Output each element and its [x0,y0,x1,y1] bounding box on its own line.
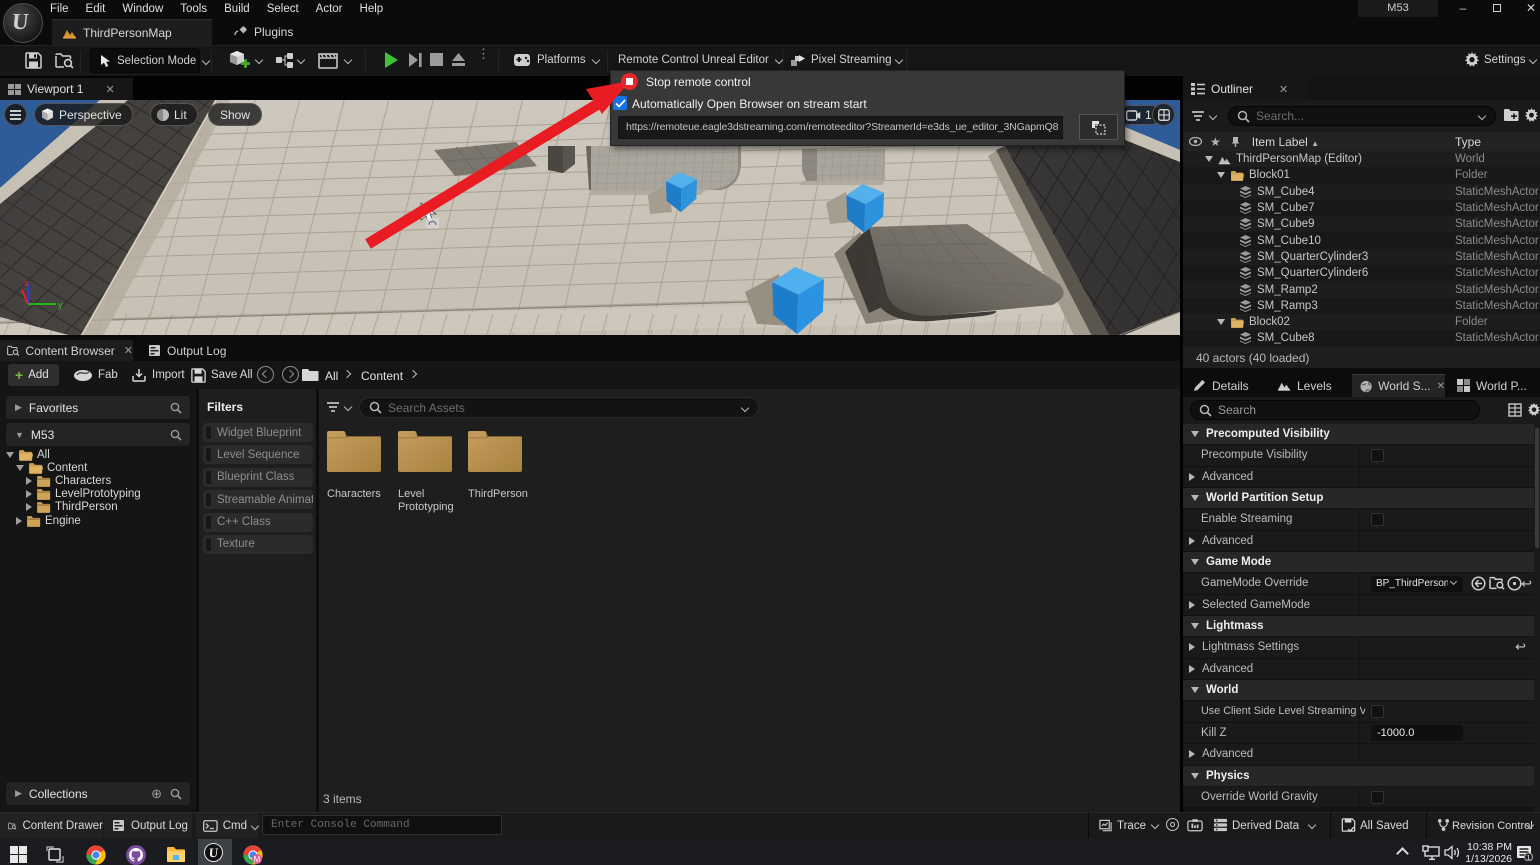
svg-text:M: M [254,855,261,864]
svg-text:x: x [24,278,29,288]
svg-text:1: 1 [1526,853,1530,861]
svg-text:y: y [58,300,63,310]
